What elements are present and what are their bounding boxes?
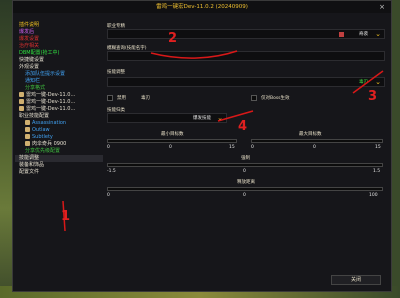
red-annotation-layer [62, 50, 384, 232]
annotation-arrow [217, 110, 254, 122]
annotation-arrow [150, 50, 238, 59]
annotation-3: 3 [368, 89, 378, 104]
annotation-2: 2 [168, 31, 178, 46]
addon-window: 雷鸡一键宏Dev-11.0.2 (20240909) × 插件说明 爆发后 爆发… [12, 0, 392, 292]
annotation-1: 1 [61, 209, 71, 224]
annotation-4: 4 [238, 119, 248, 134]
